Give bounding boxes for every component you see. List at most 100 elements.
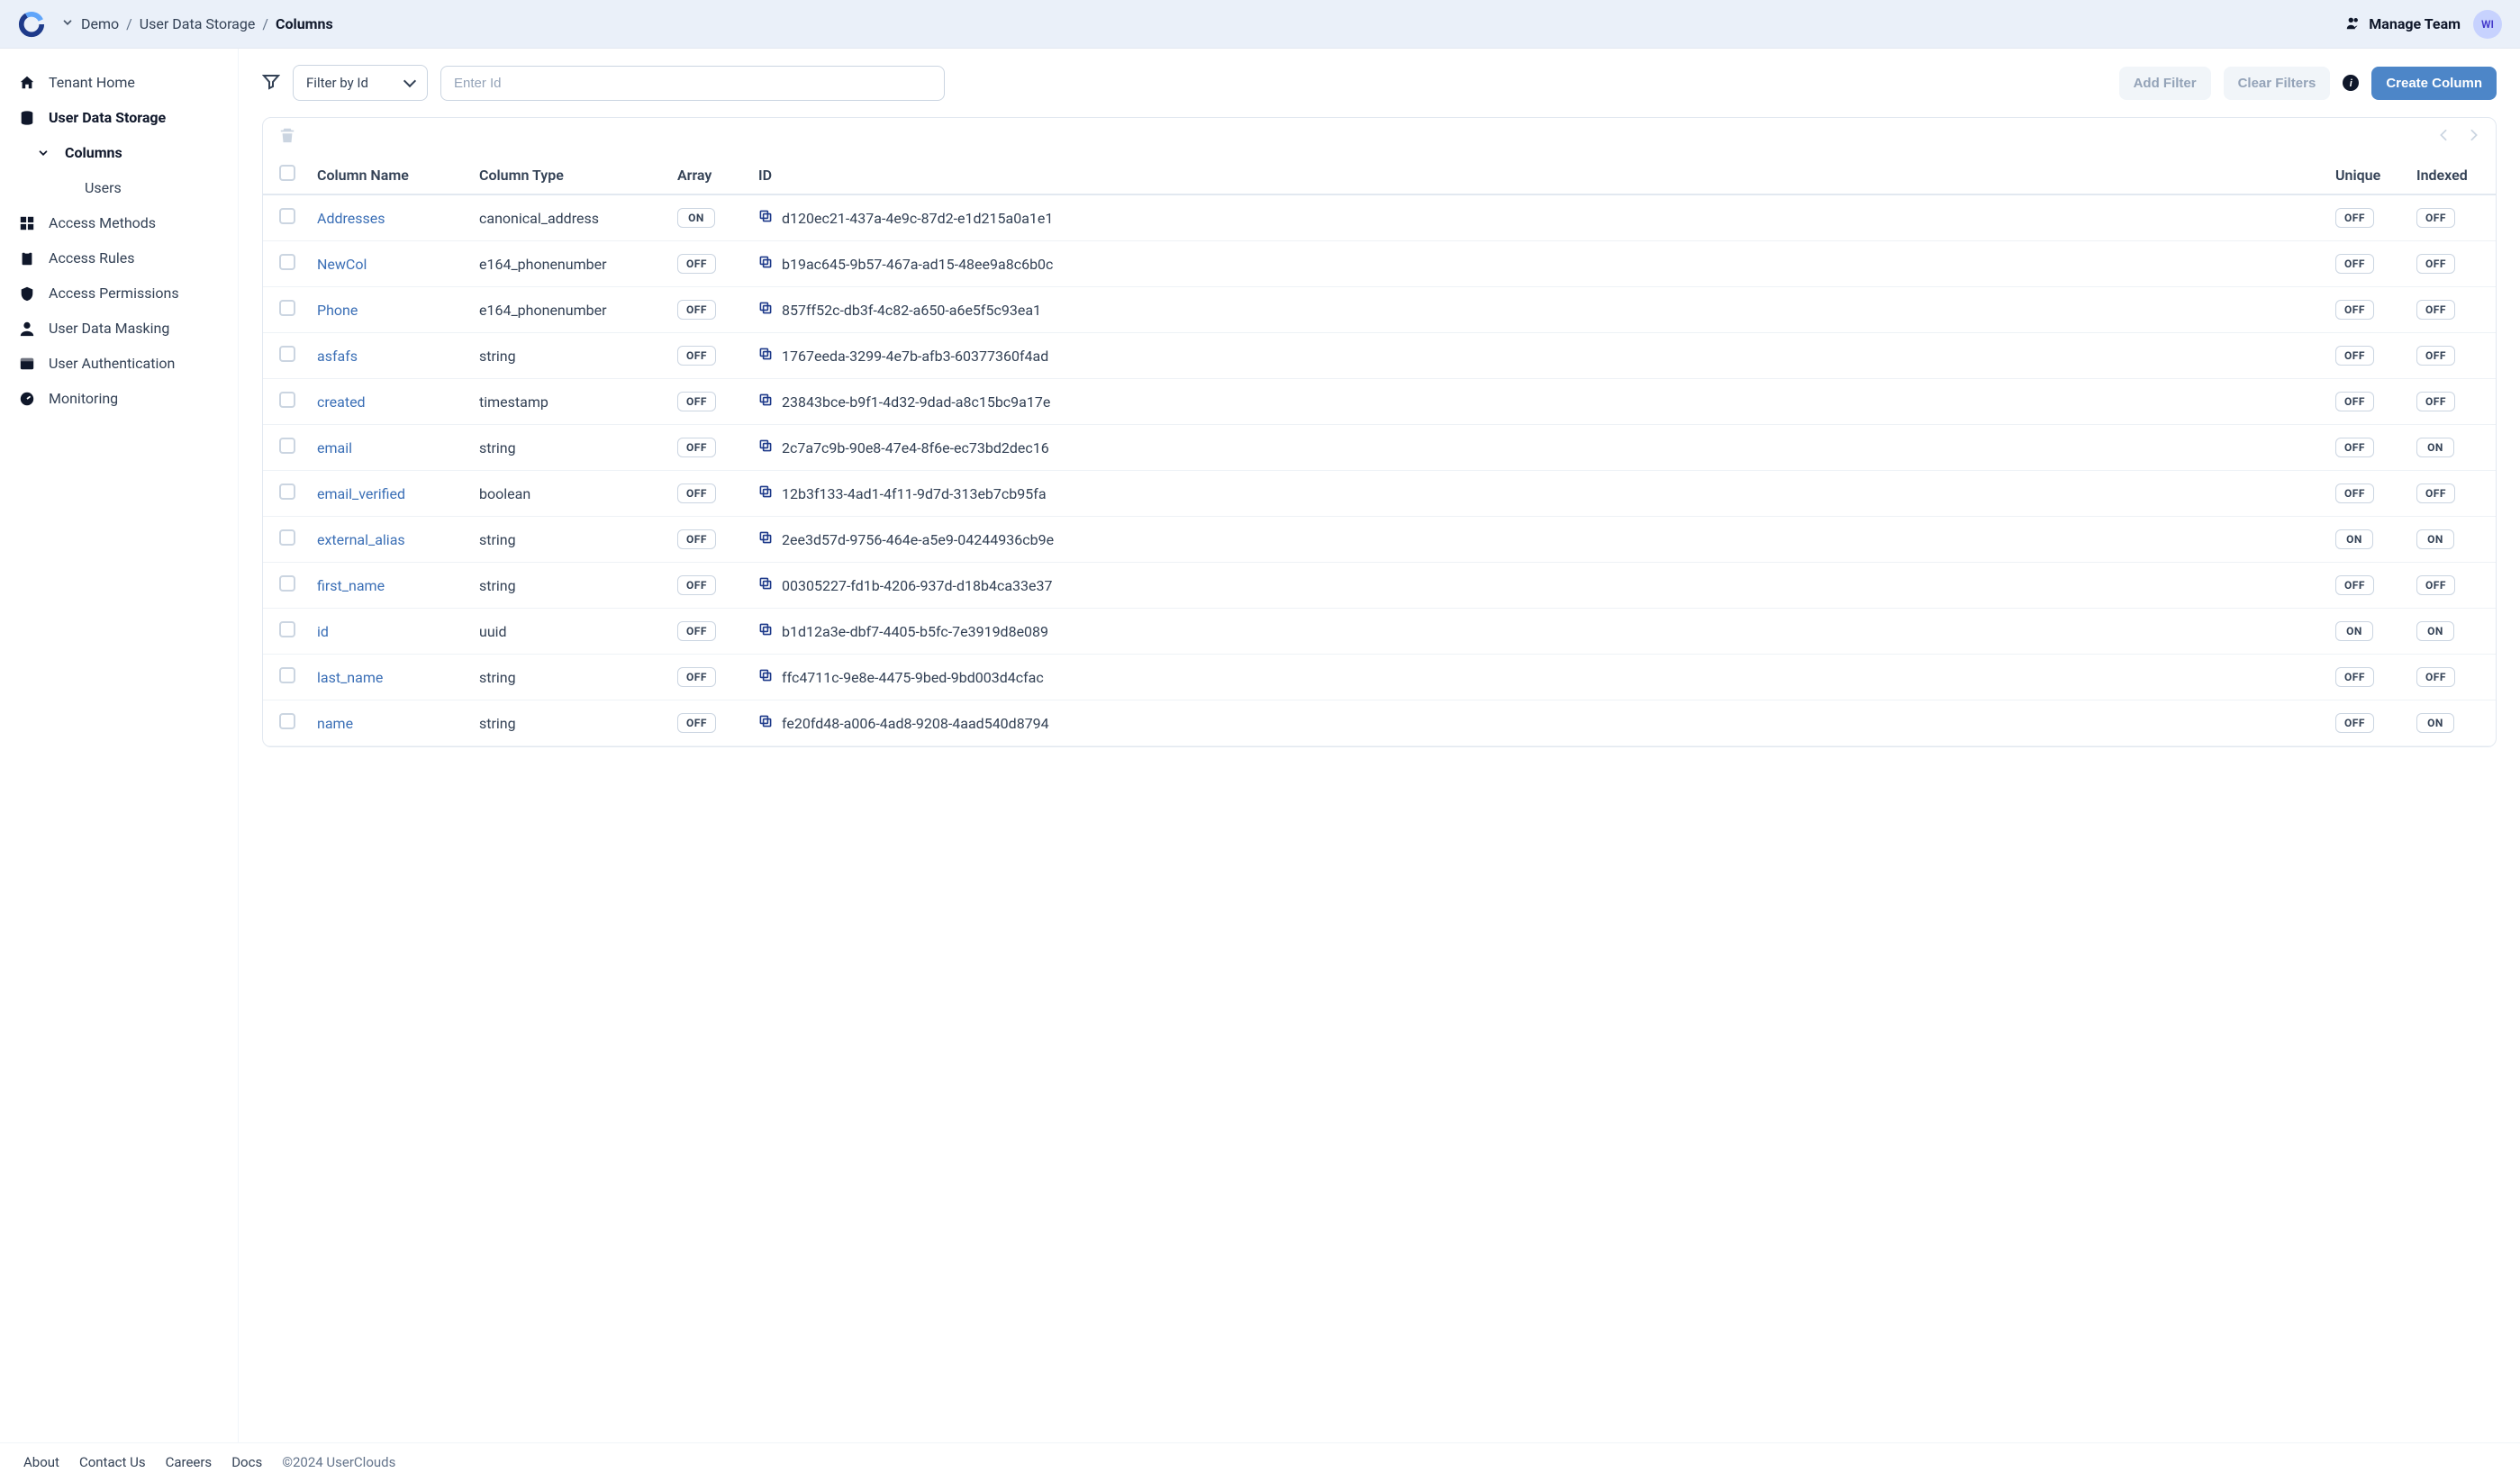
home-icon	[18, 75, 36, 91]
breadcrumb-demo[interactable]: Demo	[81, 15, 119, 32]
table-row: asfafsstringOFF1767eeda-3299-4e7b-afb3-6…	[263, 333, 2496, 379]
select-all-checkbox[interactable]	[279, 165, 295, 181]
trash-icon[interactable]	[279, 127, 295, 147]
sidebar-item-user-data-storage[interactable]: User Data Storage	[0, 100, 238, 135]
column-name-link[interactable]: first_name	[317, 577, 385, 594]
row-checkbox[interactable]	[279, 300, 295, 316]
sidebar-item-monitoring[interactable]: Monitoring	[0, 381, 238, 416]
add-filter-button[interactable]: Add Filter	[2119, 67, 2211, 100]
sidebar-item-user-authentication[interactable]: User Authentication	[0, 346, 238, 381]
footer-careers[interactable]: Careers	[166, 1454, 213, 1470]
sidebar-item-user-data-masking[interactable]: User Data Masking	[0, 311, 238, 346]
th-column-type: Column Type	[468, 156, 666, 194]
table-row: NewCole164_phonenumberOFFb19ac645-9b57-4…	[263, 241, 2496, 287]
column-id: 23843bce-b9f1-4d32-9dad-a8c15bc9a17e	[782, 393, 1050, 411]
copy-icon[interactable]	[758, 668, 773, 686]
row-checkbox[interactable]	[279, 529, 295, 546]
column-id: 12b3f133-4ad1-4f11-9d7d-313eb7cb95fa	[782, 485, 1047, 502]
column-name-link[interactable]: NewCol	[317, 256, 367, 273]
array-badge: OFF	[677, 529, 716, 549]
column-id: d120ec21-437a-4e9c-87d2-e1d215a0a1e1	[782, 210, 1053, 227]
team-icon	[2345, 14, 2361, 34]
copy-icon[interactable]	[758, 438, 773, 456]
row-checkbox[interactable]	[279, 575, 295, 592]
sidebar-item-users[interactable]: Users	[0, 170, 238, 205]
copy-icon[interactable]	[758, 576, 773, 594]
column-type: string	[468, 700, 666, 746]
pager-next-icon[interactable]	[2469, 129, 2479, 145]
row-checkbox[interactable]	[279, 621, 295, 637]
footer-copyright: ©2024 UserClouds	[282, 1454, 395, 1470]
unique-badge: ON	[2335, 621, 2373, 641]
database-icon	[18, 110, 36, 126]
column-name-link[interactable]: last_name	[317, 669, 383, 686]
sidebar-item-columns[interactable]: Columns	[0, 135, 238, 170]
grid-icon	[18, 215, 36, 231]
array-badge: OFF	[677, 254, 716, 274]
sidebar-item-access-permissions[interactable]: Access Permissions	[0, 276, 238, 311]
filter-by-select[interactable]: Filter by Id	[293, 65, 428, 101]
column-type: e164_phonenumber	[468, 287, 666, 333]
manage-team-label: Manage Team	[2369, 15, 2461, 32]
sidebar-item-access-rules[interactable]: Access Rules	[0, 240, 238, 276]
info-icon[interactable]: i	[2343, 75, 2359, 91]
column-name-link[interactable]: asfafs	[317, 348, 358, 365]
th-checkbox	[263, 156, 306, 194]
column-name-link[interactable]: email_verified	[317, 485, 405, 502]
array-badge: OFF	[677, 300, 716, 320]
column-name-link[interactable]: email	[317, 439, 352, 456]
chevron-down-icon[interactable]	[61, 15, 74, 32]
copy-icon[interactable]	[758, 393, 773, 411]
indexed-badge: OFF	[2416, 208, 2455, 228]
th-column-name: Column Name	[306, 156, 468, 194]
column-name-link[interactable]: Addresses	[317, 210, 385, 227]
row-checkbox[interactable]	[279, 667, 295, 683]
column-type: string	[468, 425, 666, 471]
column-name-link[interactable]: Phone	[317, 302, 358, 319]
avatar[interactable]: WI	[2473, 10, 2502, 39]
row-checkbox[interactable]	[279, 438, 295, 454]
window-icon	[18, 356, 36, 372]
column-name-link[interactable]: created	[317, 393, 366, 411]
table-row: Phonee164_phonenumberOFF857ff52c-db3f-4c…	[263, 287, 2496, 333]
indexed-badge: ON	[2416, 438, 2454, 457]
row-checkbox[interactable]	[279, 713, 295, 729]
array-badge: OFF	[677, 575, 716, 595]
row-checkbox[interactable]	[279, 346, 295, 362]
th-indexed: Indexed	[2406, 156, 2496, 194]
sidebar-item-label: User Data Storage	[49, 109, 166, 126]
footer-about[interactable]: About	[23, 1454, 59, 1470]
copy-icon[interactable]	[758, 301, 773, 319]
array-badge: OFF	[677, 483, 716, 503]
column-name-link[interactable]: external_alias	[317, 531, 405, 548]
column-name-link[interactable]: name	[317, 715, 353, 732]
breadcrumb-uds[interactable]: User Data Storage	[140, 15, 256, 32]
copy-icon[interactable]	[758, 347, 773, 365]
breadcrumb-sep-2: /	[262, 15, 268, 32]
copy-icon[interactable]	[758, 255, 773, 273]
unique-badge: OFF	[2335, 483, 2374, 503]
column-name-link[interactable]: id	[317, 623, 329, 640]
row-checkbox[interactable]	[279, 392, 295, 408]
manage-team-link[interactable]: Manage Team	[2345, 14, 2461, 34]
row-checkbox[interactable]	[279, 254, 295, 270]
copy-icon[interactable]	[758, 714, 773, 732]
filter-id-input[interactable]	[440, 66, 945, 101]
footer-contact[interactable]: Contact Us	[79, 1454, 146, 1470]
th-id: ID	[748, 156, 2325, 194]
create-column-button[interactable]: Create Column	[2371, 67, 2497, 100]
copy-icon[interactable]	[758, 209, 773, 227]
table-row: first_namestringOFF00305227-fd1b-4206-93…	[263, 563, 2496, 609]
copy-icon[interactable]	[758, 530, 773, 548]
sidebar-item-access-methods[interactable]: Access Methods	[0, 205, 238, 240]
copy-icon[interactable]	[758, 622, 773, 640]
clear-filters-button[interactable]: Clear Filters	[2224, 67, 2331, 100]
pager-prev-icon[interactable]	[2438, 129, 2449, 145]
indexed-badge: ON	[2416, 621, 2454, 641]
sidebar-item-tenant-home[interactable]: Tenant Home	[0, 65, 238, 100]
unique-badge: OFF	[2335, 300, 2374, 320]
footer-docs[interactable]: Docs	[231, 1454, 262, 1470]
row-checkbox[interactable]	[279, 483, 295, 500]
row-checkbox[interactable]	[279, 208, 295, 224]
copy-icon[interactable]	[758, 484, 773, 502]
